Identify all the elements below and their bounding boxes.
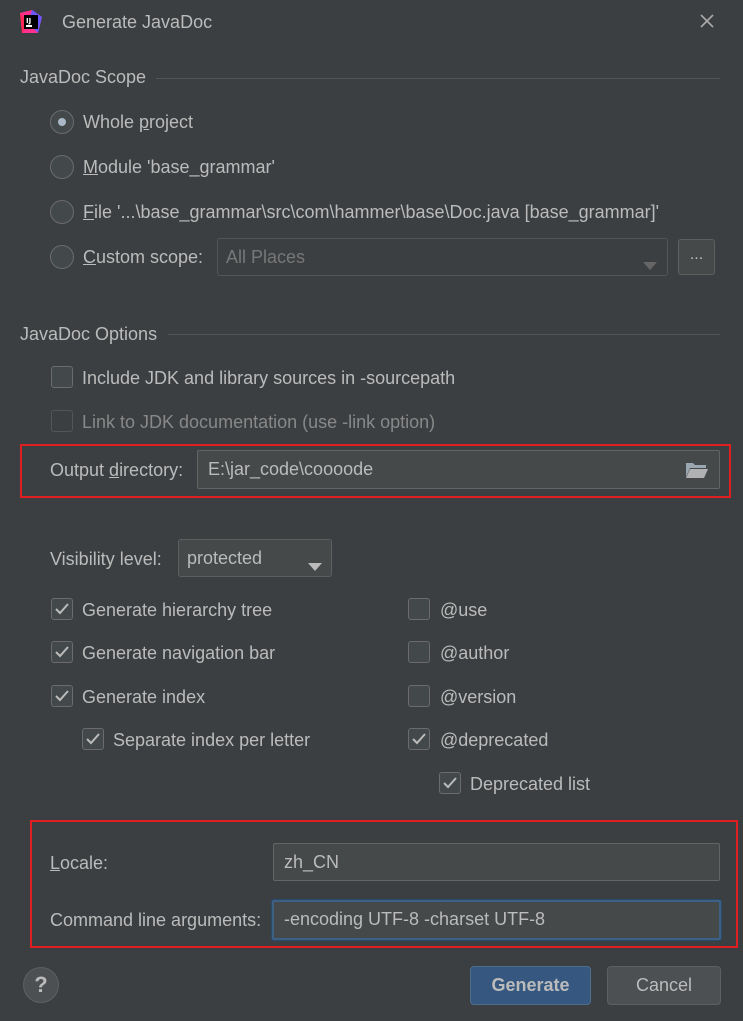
- whole-project-label[interactable]: Whole project: [83, 112, 193, 133]
- locale-value: zh_CN: [284, 852, 340, 872]
- version-tag-checkbox[interactable]: [408, 685, 430, 707]
- folder-icon[interactable]: [685, 460, 709, 485]
- index-checkbox[interactable]: [51, 685, 73, 707]
- chevron-down-icon: [308, 555, 322, 576]
- output-directory-label: Output directory:: [50, 460, 184, 480]
- help-button[interactable]: ?: [23, 967, 59, 1003]
- deprecated-list-label[interactable]: Deprecated list: [470, 774, 590, 795]
- scope-heading: JavaDoc Scope: [20, 67, 147, 87]
- index-label[interactable]: Generate index: [82, 687, 205, 708]
- options-heading: JavaDoc Options: [20, 324, 158, 344]
- locale-field[interactable]: zh_CN: [273, 843, 720, 881]
- locale-label: Locale:: [50, 853, 109, 873]
- scope-separator: [156, 78, 720, 79]
- custom-scope-value: All Places: [226, 247, 306, 267]
- intellij-idea-icon: IJ: [18, 9, 44, 35]
- output-directory-value: E:\jar_code\coooode: [208, 459, 374, 479]
- module-radio[interactable]: [50, 155, 74, 179]
- link-jdk-checkbox: [51, 410, 73, 432]
- close-icon[interactable]: [695, 9, 719, 33]
- separate-index-checkbox[interactable]: [82, 728, 104, 750]
- file-radio[interactable]: [50, 200, 74, 224]
- deprecated-tag-label[interactable]: @deprecated: [440, 730, 548, 751]
- cmdline-field[interactable]: -encoding UTF-8 -charset UTF-8: [272, 900, 721, 940]
- navbar-label[interactable]: Generate navigation bar: [82, 643, 275, 664]
- author-tag-label[interactable]: @author: [440, 643, 509, 664]
- version-tag-label[interactable]: @version: [440, 687, 516, 708]
- include-jdk-label[interactable]: Include JDK and library sources in -sour…: [82, 368, 455, 389]
- author-tag-checkbox[interactable]: [408, 641, 430, 663]
- whole-project-radio[interactable]: [50, 110, 74, 134]
- cmdline-label: Command line arguments:: [50, 910, 262, 930]
- file-label[interactable]: File '...\base_grammar\src\com\hammer\ba…: [83, 202, 659, 223]
- output-directory-field[interactable]: E:\jar_code\coooode: [197, 450, 720, 489]
- options-separator: [168, 334, 720, 335]
- svg-text:IJ: IJ: [26, 17, 31, 25]
- module-label[interactable]: Module 'base_grammar': [83, 157, 275, 178]
- chevron-down-icon: [643, 254, 657, 275]
- browse-scope-button[interactable]: ...: [678, 239, 715, 275]
- visibility-label: Visibility level:: [50, 549, 162, 569]
- cancel-button[interactable]: Cancel: [607, 966, 721, 1005]
- separate-index-label[interactable]: Separate index per letter: [113, 730, 310, 751]
- deprecated-tag-checkbox[interactable]: [408, 728, 430, 750]
- link-jdk-label: Link to JDK documentation (use -link opt…: [82, 412, 436, 432]
- window-title: Generate JavaDoc: [62, 12, 213, 32]
- hierarchy-label[interactable]: Generate hierarchy tree: [82, 600, 272, 621]
- visibility-combo[interactable]: protected: [178, 539, 332, 577]
- cmdline-value: -encoding UTF-8 -charset UTF-8: [284, 909, 546, 929]
- custom-scope-radio[interactable]: [50, 245, 74, 269]
- deprecated-list-checkbox[interactable]: [439, 772, 461, 794]
- visibility-value: protected: [187, 548, 263, 568]
- use-tag-label[interactable]: @use: [440, 600, 487, 621]
- navbar-checkbox[interactable]: [51, 641, 73, 663]
- custom-scope-combo[interactable]: All Places: [217, 238, 668, 276]
- hierarchy-checkbox[interactable]: [51, 598, 73, 620]
- include-jdk-checkbox[interactable]: [51, 366, 73, 388]
- generate-button[interactable]: Generate: [470, 966, 591, 1005]
- custom-scope-label[interactable]: Custom scope:: [83, 247, 203, 268]
- title-bar: IJ Generate JavaDoc: [0, 0, 743, 46]
- use-tag-checkbox[interactable]: [408, 598, 430, 620]
